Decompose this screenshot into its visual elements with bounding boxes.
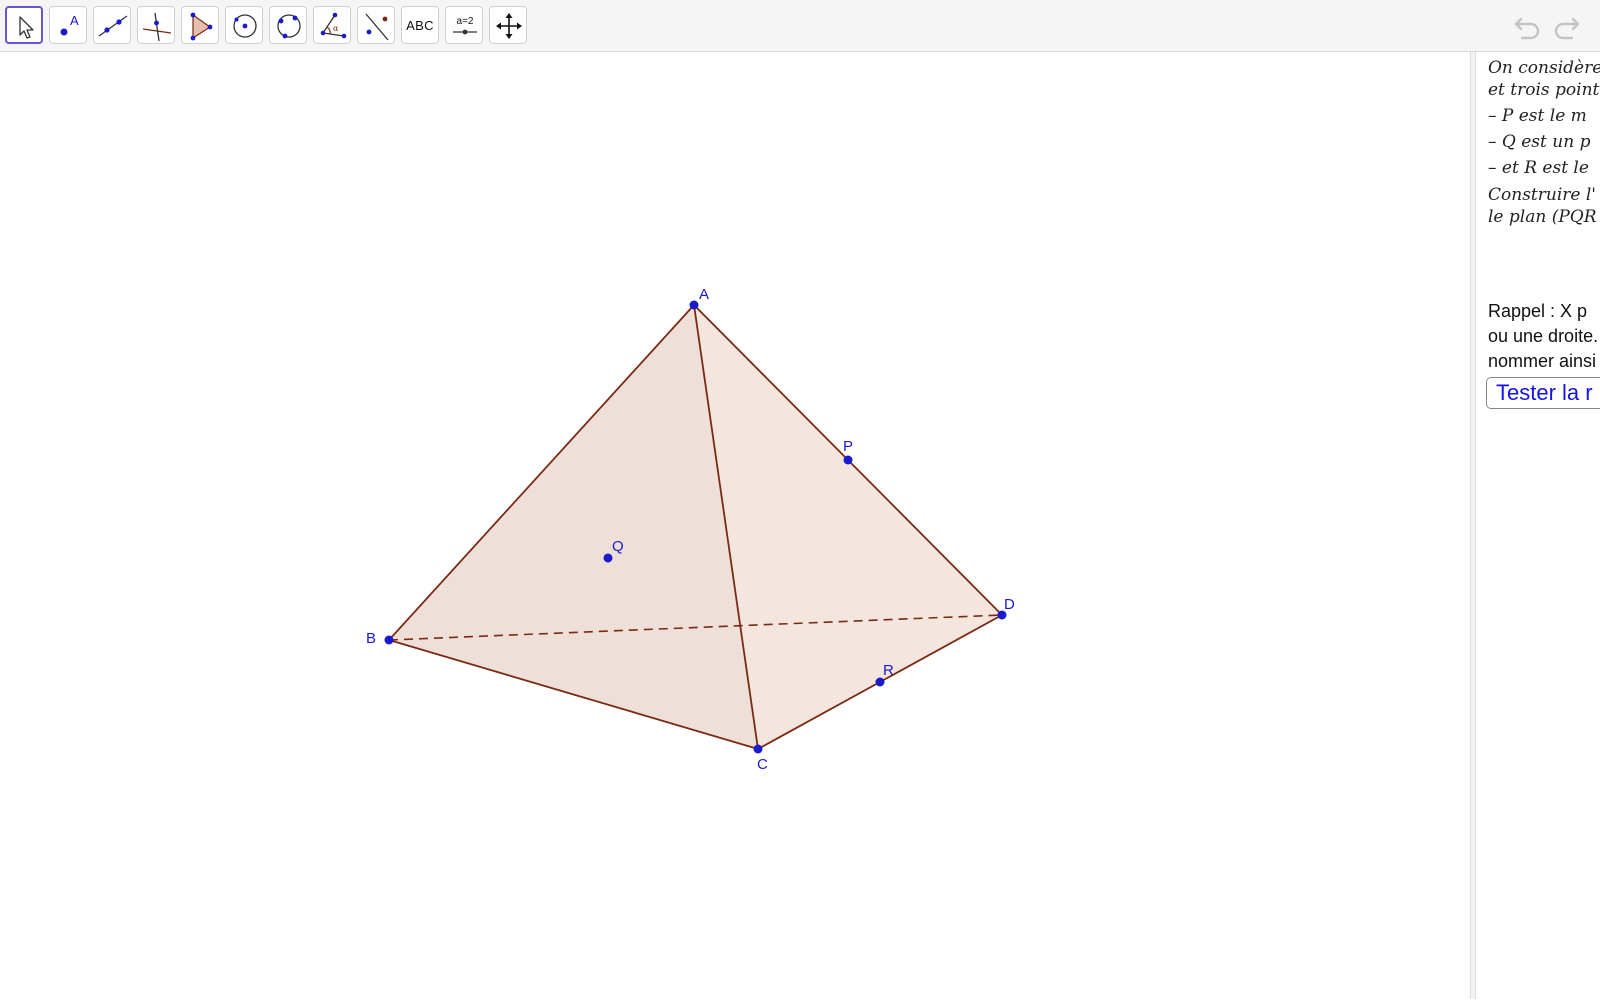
statement-line: – Q est un p	[1488, 132, 1591, 152]
label-d: D	[1004, 596, 1015, 613]
label-c: C	[757, 756, 768, 773]
line-through-two-points-icon	[98, 15, 128, 37]
face-abc	[389, 305, 758, 749]
point-tool-button[interactable]: A	[49, 6, 87, 44]
statement-line: – et R est le	[1488, 158, 1589, 178]
graphics-view[interactable]: A B C D P Q R	[0, 52, 1470, 999]
angle-tool-button[interactable]: α	[313, 6, 351, 44]
tetrahedron-figure: A B C D P Q R	[366, 286, 1015, 773]
circle-three-points-icon	[277, 14, 301, 39]
perpendicular-tool-button[interactable]	[137, 6, 175, 44]
toolbar: A α ABC a=2	[0, 0, 1600, 52]
move-graphics-view-icon	[496, 13, 522, 39]
point-a[interactable]	[689, 300, 699, 310]
point-icon: A	[60, 13, 79, 36]
statement-line: le plan (PQR	[1488, 207, 1597, 227]
reflect-about-line-icon	[365, 13, 389, 41]
perpendicular-line-icon	[142, 12, 172, 42]
label-b: B	[366, 630, 376, 647]
reminder-line: Rappel : X p	[1488, 301, 1588, 321]
circle-center-point-icon	[233, 14, 257, 38]
undo-icon	[1514, 17, 1540, 40]
angle-icon: α	[320, 12, 347, 39]
point-tool-label: A	[70, 13, 79, 28]
statement-line: et trois point	[1488, 80, 1600, 100]
pointer-arrow-icon	[19, 16, 34, 39]
polygon-tool-button[interactable]	[181, 6, 219, 44]
point-b[interactable]	[384, 635, 394, 645]
point-p[interactable]	[843, 455, 853, 465]
angle-tool-label: α	[333, 24, 339, 33]
label-r: R	[883, 662, 894, 679]
slider-tool-button[interactable]: a=2	[445, 6, 483, 44]
label-a: A	[699, 286, 709, 303]
statement-line: – P est le m	[1488, 106, 1587, 126]
redo-icon	[1554, 17, 1580, 40]
statement-line: On considère	[1488, 58, 1600, 78]
text-tool-button[interactable]: ABC	[401, 6, 439, 44]
move-graphics-tool-button[interactable]	[489, 6, 527, 44]
slider-icon: a=2	[453, 16, 477, 35]
move-tool-button[interactable]	[5, 6, 43, 44]
test-answer-button[interactable]: Tester la r	[1486, 377, 1600, 409]
reminder-line: ou une droite.	[1488, 326, 1599, 346]
reminder-line: nommer ainsi	[1488, 351, 1597, 371]
slider-tool-label: a=2	[457, 16, 474, 27]
circle-tool-button[interactable]	[225, 6, 263, 44]
instructions-panel: On considère et trois point – P est le m…	[1476, 52, 1600, 999]
point-c[interactable]	[753, 744, 763, 754]
polygon-icon	[190, 12, 213, 41]
text-icon: ABC	[406, 17, 434, 33]
reflect-tool-button[interactable]	[357, 6, 395, 44]
label-p: P	[843, 438, 853, 455]
undo-button[interactable]	[1512, 12, 1544, 40]
circle-three-points-tool-button[interactable]	[269, 6, 307, 44]
redo-button[interactable]	[1550, 12, 1582, 40]
label-q: Q	[612, 538, 624, 555]
statement-line: Construire l'	[1488, 185, 1596, 205]
line-tool-button[interactable]	[93, 6, 131, 44]
